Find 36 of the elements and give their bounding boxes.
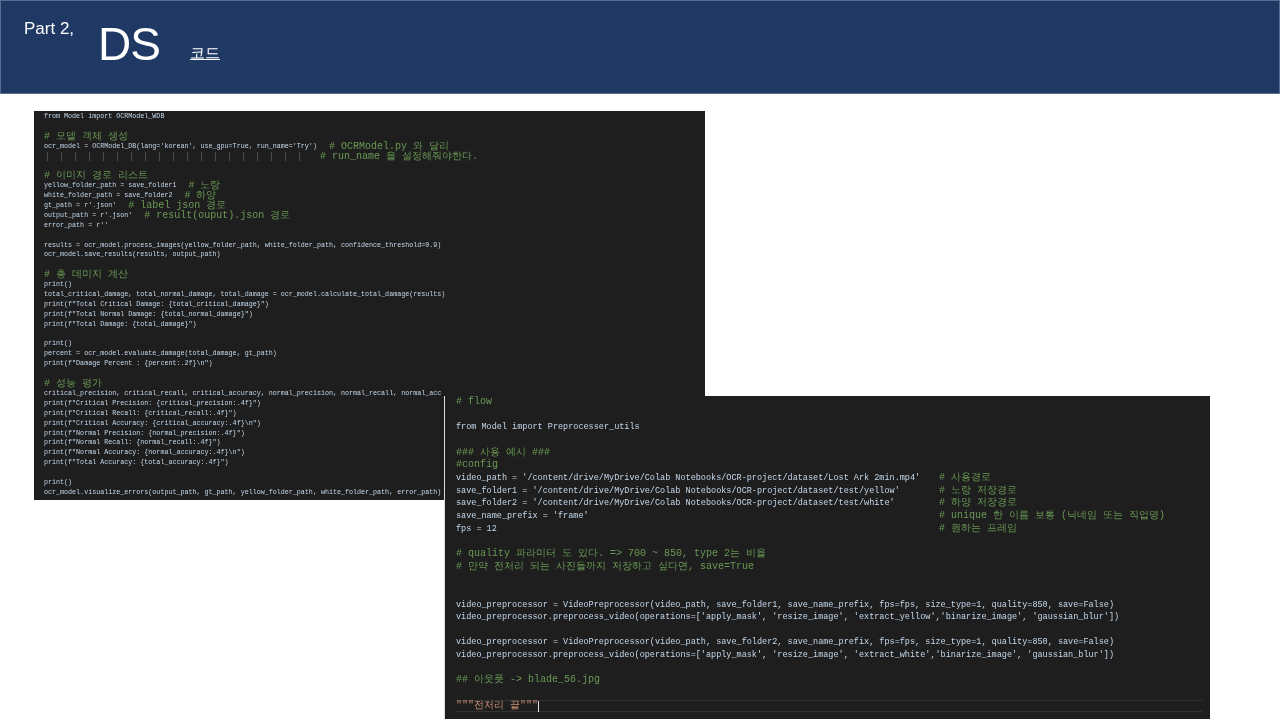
code-comment: # result(ouput).json 경로 bbox=[144, 210, 291, 221]
code-comment: # 원하는 프레임 bbox=[939, 522, 1017, 536]
code-comment: # OCRModel.py 와 달리 bbox=[328, 141, 449, 152]
code-text: save_name_prefix = 'frame' bbox=[456, 509, 590, 523]
code-text: video_preprocessor = VideoPreprocessor(video_path, save_folder2, save_name_prefix, fps=fps, size_type=1, quality=850, save=False) bbox=[456, 636, 1114, 650]
code-comment: # 이미지 경로 리스트 bbox=[44, 171, 148, 182]
code-comment: # flow bbox=[456, 396, 492, 409]
code-comment: # 총 데미지 계산 bbox=[44, 270, 128, 281]
code-text: fps = 12 bbox=[456, 522, 498, 536]
code-comment: # run_name 을 설정해줘야한다. bbox=[320, 151, 478, 162]
part-label: Part 2, bbox=[24, 19, 75, 39]
code-comment: # 노랑 bbox=[188, 181, 221, 192]
code-comment: # quality 파라미터 도 있다. => 700 ~ 850, type 2는 비율 bbox=[456, 547, 767, 561]
code-comment: ### 사용 예시 ### bbox=[456, 446, 550, 459]
code-comment: #config bbox=[456, 459, 498, 472]
code-text: from Model import Preprocesser_utils bbox=[456, 421, 640, 434]
code-text: save_folder2 = '/content/drive/MyDrive/Colab Notebooks/OCR-project/dataset/test/white' bbox=[456, 497, 896, 510]
code-comment: # 노랑 저장경로 bbox=[939, 484, 1017, 497]
code-comment: # 만약 전처리 되는 사진들까지 저장하고 싶다면, save=True bbox=[456, 560, 755, 574]
text-cursor bbox=[538, 700, 539, 712]
code-comment: # 성능 평가 bbox=[44, 379, 102, 389]
code-text: video_preprocessor.preprocess_video(operations=['apply_mask', 'resize_image', 'extract_white','binarize_image', 'gaussian_blur']) bbox=[456, 649, 1114, 662]
slide-title: DS bbox=[98, 17, 160, 71]
code-comment: # 모델 객체 생성 bbox=[44, 131, 128, 142]
code-text: save_folder1 = '/content/drive/MyDrive/Colab Notebooks/OCR-project/dataset/test/yellow' bbox=[456, 484, 901, 498]
code-comment: # label json 경로 bbox=[128, 201, 227, 211]
code-text: video_preprocessor = VideoPreprocessor(video_path, save_folder1, save_name_prefix, fps=fps, size_type=1, quality=850, save=False) bbox=[456, 598, 1114, 612]
code-text: video_path = '/content/drive/MyDrive/Colab Notebooks/OCR-project/dataset/Lost Ark 2min.mp4' bbox=[456, 471, 922, 485]
section-link[interactable]: 코드 bbox=[190, 44, 220, 63]
code-text: """전처리 끝""" bbox=[456, 699, 538, 713]
code-comment: # 하양 저장경로 bbox=[939, 497, 1017, 510]
code-text: video_preprocessor.preprocess_video(operations=['apply_mask', 'resize_image', 'extract_yellow','binarize_image', 'gaussian_blur']) bbox=[456, 611, 1120, 624]
code-comment: # 하양 bbox=[184, 191, 217, 202]
code-comment: # 사용경로 bbox=[939, 471, 991, 485]
code-comment: ## 아웃풋 -> blade_56.jpg bbox=[456, 674, 601, 688]
code-comment: # unique 한 이름 보통 (닉네임 또는 직업명) bbox=[939, 509, 1165, 523]
